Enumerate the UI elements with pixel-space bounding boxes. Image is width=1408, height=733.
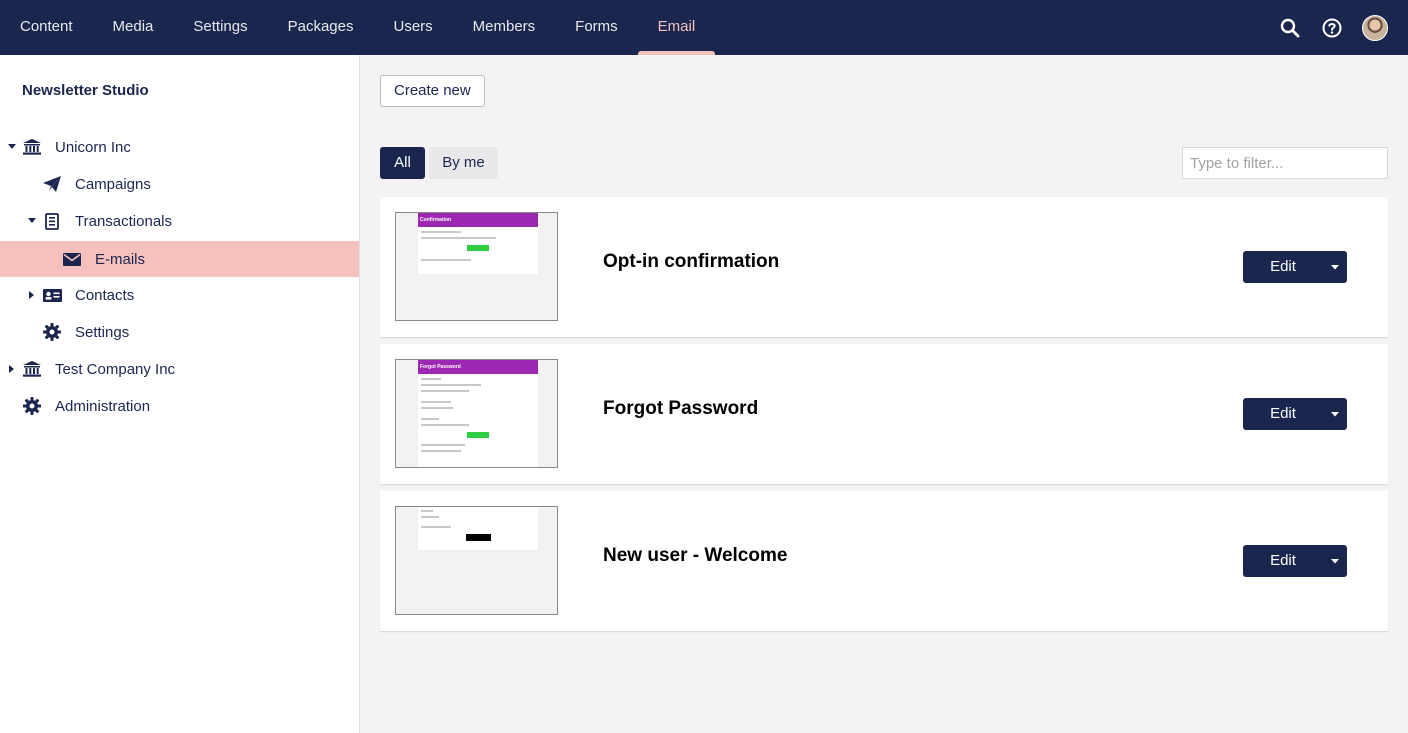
thumbnail-line: [421, 390, 469, 392]
nav-packages[interactable]: Packages: [268, 0, 374, 55]
thumbnail-line: [421, 418, 439, 420]
thumbnail-line: [421, 526, 451, 528]
contact-card-icon: [42, 285, 62, 305]
nav-forms[interactable]: Forms: [555, 0, 638, 55]
thumbnail-line: [421, 444, 465, 446]
email-thumbnail[interactable]: Confirmation: [395, 212, 558, 321]
caret-right-icon[interactable]: [27, 290, 37, 300]
nav-email[interactable]: Email: [637, 0, 716, 55]
nav-settings[interactable]: Settings: [173, 0, 267, 55]
nav-users[interactable]: Users: [373, 0, 452, 55]
bank-icon: [22, 137, 42, 157]
nav-members[interactable]: Members: [453, 0, 556, 55]
email-card: Confirmation Opt-in confirmation Edit: [380, 197, 1388, 337]
chevron-down-icon[interactable]: [1323, 398, 1347, 430]
tree-item-transactionals[interactable]: Transactionals: [0, 203, 359, 239]
sidebar: Newsletter Studio Unicorn Inc Campaigns …: [0, 55, 360, 733]
caret-right-icon[interactable]: [7, 364, 17, 374]
tree-label: Transactionals: [75, 212, 172, 230]
envelope-icon: [62, 249, 82, 269]
top-bar: Content Media Settings Packages Users Me…: [0, 0, 1408, 55]
email-title[interactable]: New user - Welcome: [603, 545, 787, 567]
thumbnail-button: [467, 432, 489, 438]
create-new-button[interactable]: Create new: [380, 75, 485, 107]
email-title[interactable]: Opt-in confirmation: [603, 251, 779, 273]
filter-input[interactable]: [1182, 147, 1388, 179]
email-card: Forgot Password Forgot Password Edit: [380, 344, 1388, 484]
top-tools: [1278, 0, 1388, 55]
tree-item-emails[interactable]: E-mails: [0, 241, 359, 277]
edit-button[interactable]: Edit: [1243, 251, 1323, 283]
thumbnail-button: [465, 534, 491, 541]
sidebar-title: Newsletter Studio: [22, 82, 149, 99]
chevron-down-icon[interactable]: [1323, 545, 1347, 577]
tree-item-test-company-inc[interactable]: Test Company Inc: [0, 351, 359, 387]
email-card: New user - Welcome Edit: [380, 491, 1388, 631]
edit-button[interactable]: Edit: [1243, 545, 1323, 577]
top-nav: Content Media Settings Packages Users Me…: [0, 0, 715, 55]
thumbnail-button: [467, 245, 489, 251]
caret-down-icon[interactable]: [7, 142, 17, 152]
thumbnail-line: [421, 424, 469, 426]
gear-icon: [42, 322, 62, 342]
tree-item-administration[interactable]: Administration: [0, 388, 359, 424]
tree-label: Test Company Inc: [55, 360, 176, 378]
thumbnail-preview: Forgot Password: [418, 360, 538, 467]
email-title[interactable]: Forgot Password: [603, 398, 758, 420]
edit-button-group: Edit: [1243, 251, 1347, 283]
help-icon[interactable]: [1320, 16, 1344, 40]
thumbnail-line: [421, 259, 471, 261]
main-content: Create new All By me Confirmation Opt-in…: [360, 55, 1408, 733]
thumbnail-line: [421, 450, 461, 452]
thumbnail-line: [421, 510, 433, 512]
email-thumbnail[interactable]: Forgot Password: [395, 359, 558, 468]
search-icon[interactable]: [1278, 16, 1302, 40]
tree-label: Campaigns: [75, 175, 151, 193]
thumbnail-line: [421, 401, 451, 403]
thumbnail-preview: Confirmation: [418, 213, 538, 274]
thumbnail-line: [421, 378, 441, 380]
thumbnail-line: [421, 237, 496, 239]
thumbnail-header: Forgot Password: [418, 360, 538, 374]
edit-button-group: Edit: [1243, 398, 1347, 430]
edit-button-group: Edit: [1243, 545, 1347, 577]
tab-by-me[interactable]: By me: [429, 147, 498, 179]
tree-item-campaigns[interactable]: Campaigns: [0, 166, 359, 202]
tree-item-settings[interactable]: Settings: [0, 314, 359, 350]
thumbnail-line: [421, 407, 453, 409]
thumbnail-line: [421, 384, 481, 386]
thumbnail-line: [421, 516, 439, 518]
nav-media[interactable]: Media: [93, 0, 174, 55]
edit-button[interactable]: Edit: [1243, 398, 1323, 430]
tree-label: Settings: [75, 323, 130, 341]
thumbnail-line: [421, 231, 461, 233]
tree-label: E-mails: [95, 250, 146, 268]
thumbnail-preview: [418, 507, 538, 550]
email-thumbnail[interactable]: [395, 506, 558, 615]
tree-label: Administration: [55, 397, 151, 415]
tree-item-contacts[interactable]: Contacts: [0, 277, 359, 313]
receipt-icon: [42, 211, 62, 231]
tree-label: Unicorn Inc: [55, 138, 131, 156]
caret-down-icon[interactable]: [27, 216, 37, 226]
tab-all[interactable]: All: [380, 147, 425, 179]
bank-icon: [22, 359, 42, 379]
tree-label: Contacts: [75, 286, 135, 304]
paper-plane-icon: [42, 174, 62, 194]
gear-icon: [22, 396, 42, 416]
nav-content[interactable]: Content: [0, 0, 93, 55]
chevron-down-icon[interactable]: [1323, 251, 1347, 283]
user-avatar[interactable]: [1362, 14, 1388, 41]
tree-item-unicorn-inc[interactable]: Unicorn Inc: [0, 129, 359, 165]
thumbnail-header: Confirmation: [418, 213, 538, 227]
